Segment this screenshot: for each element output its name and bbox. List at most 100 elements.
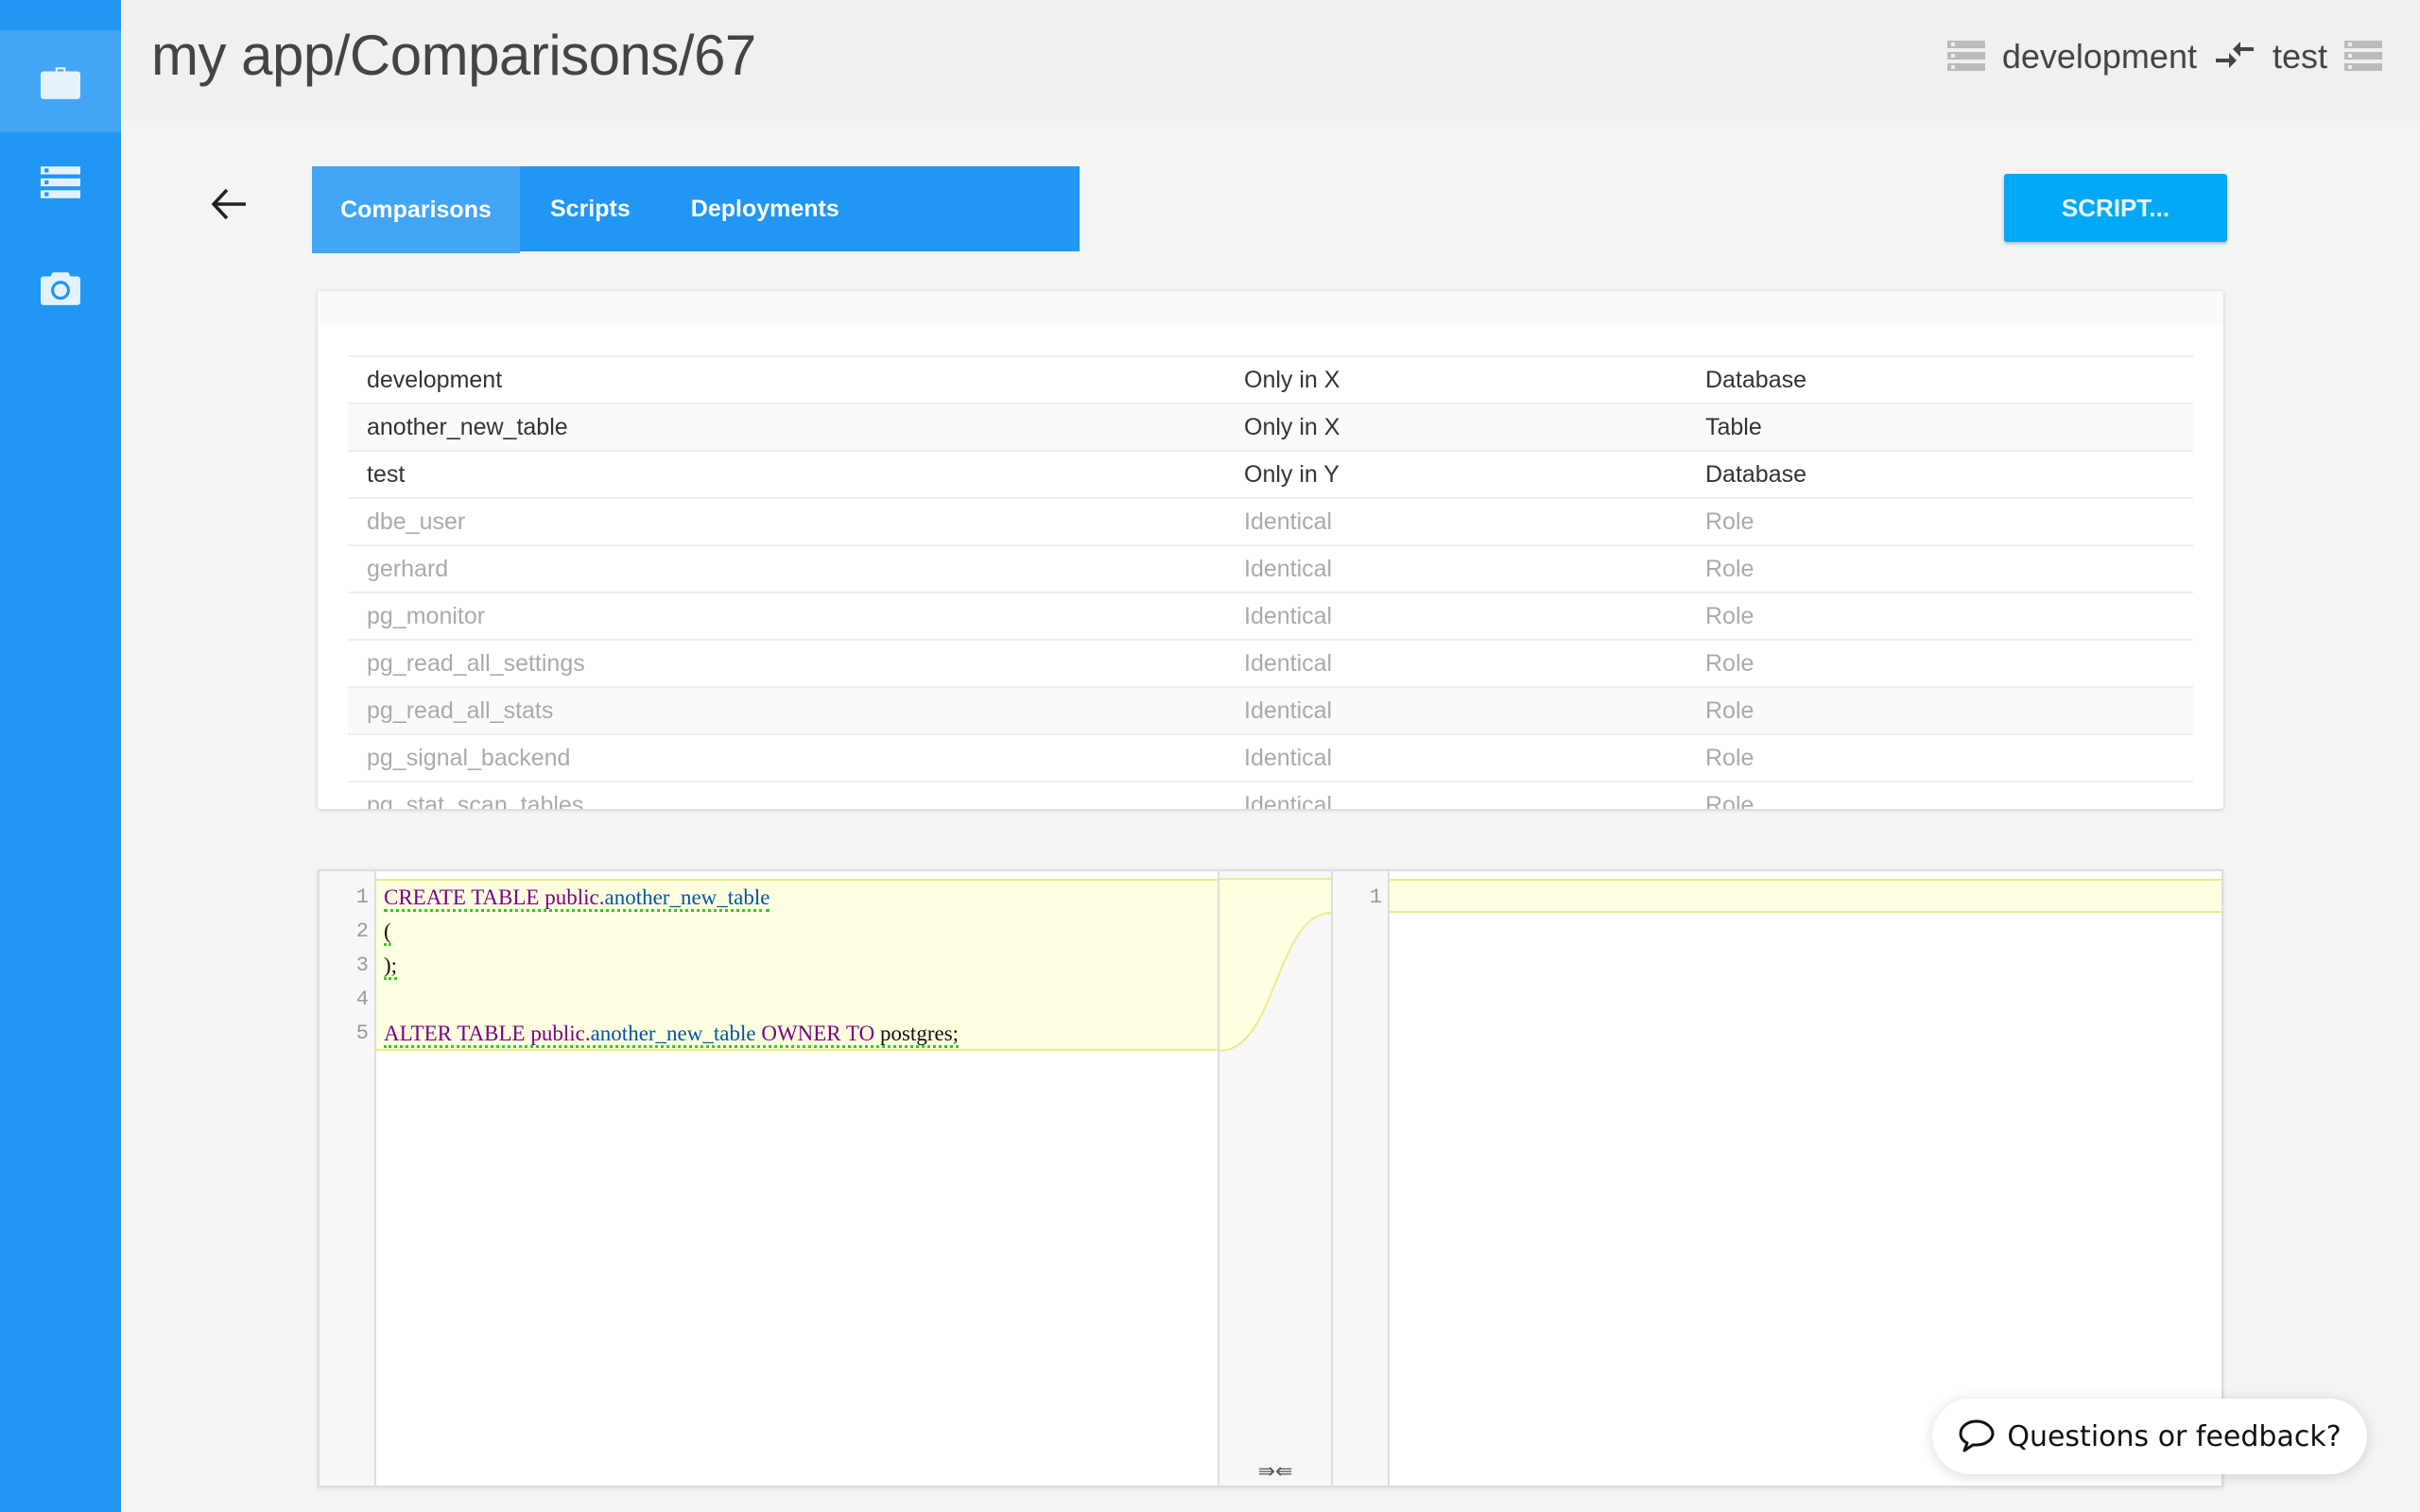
arrow-back-icon xyxy=(211,188,246,220)
code-area-right[interactable] xyxy=(1390,871,2221,1486)
table-row[interactable]: pg_monitor Identical Role xyxy=(348,593,2193,641)
code-line: ( xyxy=(384,915,959,949)
cell-status: Only in Y xyxy=(1244,460,1340,488)
table-row[interactable]: pg_read_all_stats Identical Role xyxy=(348,688,2193,735)
code-token: public. xyxy=(530,1022,591,1045)
table-row[interactable]: pg_read_all_settings Identical Role xyxy=(348,641,2193,688)
merge-arrows-icon[interactable]: ⇛⇚ xyxy=(1219,1459,1331,1484)
right-editor-pane[interactable]: 1 xyxy=(1331,871,2221,1486)
page-header: my app/Comparisons/67 development test xyxy=(121,0,2420,121)
diff-connector xyxy=(1219,878,1331,1052)
source-environment[interactable]: development xyxy=(2002,37,2197,77)
merge-gap: ⇛⇚ xyxy=(1218,871,1331,1486)
cell-status: Identical xyxy=(1244,507,1333,535)
cell-status: Identical xyxy=(1244,602,1333,629)
changed-block-highlight xyxy=(1390,879,2221,913)
database-icon xyxy=(2344,41,2382,73)
line-number: 4 xyxy=(355,988,369,1011)
table-row[interactable]: gerhard Identical Role xyxy=(348,546,2193,593)
cell-type: Table xyxy=(1705,413,1762,440)
line-gutter: 1 xyxy=(1331,871,1390,1486)
sidebar-item-snapshots[interactable] xyxy=(0,236,121,338)
chat-bubble-icon xyxy=(1959,1419,1995,1452)
camera-icon xyxy=(41,272,80,305)
table-row[interactable]: pg_signal_backend Identical Role xyxy=(348,735,2193,782)
tab-comparisons[interactable]: Comparisons xyxy=(312,166,520,253)
feedback-button[interactable]: Questions or feedback? xyxy=(1932,1399,2367,1474)
tab-scripts[interactable]: Scripts xyxy=(520,166,661,251)
cell-status: Identical xyxy=(1244,649,1333,677)
environment-comparison: development test xyxy=(1946,30,2382,83)
cell-type: Database xyxy=(1705,366,1807,393)
code-token: ALTER TABLE xyxy=(384,1022,531,1045)
cell-name: dbe_user xyxy=(367,507,466,535)
database-icon xyxy=(1946,41,1985,73)
cell-status: Identical xyxy=(1244,555,1333,582)
compare-arrows-icon xyxy=(2214,38,2256,76)
page-title: my app/Comparisons/67 xyxy=(151,24,756,87)
script-button[interactable]: SCRIPT... xyxy=(2004,174,2227,242)
cell-status: Only in X xyxy=(1244,413,1340,440)
line-gutter: 1 2 3 4 5 xyxy=(320,871,376,1486)
cell-type: Role xyxy=(1705,696,1754,724)
table-row[interactable]: pg_stat_scan_tables Identical Role xyxy=(348,782,2193,810)
card-header xyxy=(318,291,2223,325)
table-row[interactable]: another_new_table Only in X Table xyxy=(348,404,2193,452)
sidebar-item-projects[interactable] xyxy=(0,30,121,132)
comparison-table: development Only in X Database another_new_… xyxy=(348,355,2193,809)
code-token: ); xyxy=(384,954,398,977)
code-line: ALTER TABLE public.another_new_table OWN… xyxy=(384,1017,959,1051)
briefcase-icon xyxy=(41,67,80,99)
cell-status: Only in X xyxy=(1244,366,1340,393)
feedback-label: Questions or feedback? xyxy=(2007,1419,2342,1453)
table-row[interactable]: development Only in X Database xyxy=(348,357,2193,404)
cell-status: Identical xyxy=(1244,696,1333,724)
code-token: postgres; xyxy=(879,1022,959,1045)
line-number: 5 xyxy=(355,1022,369,1045)
code-token: OWNER TO xyxy=(755,1022,880,1045)
cell-type: Role xyxy=(1705,507,1754,535)
code-area-left[interactable]: CREATE TABLE public.another_new_table();… xyxy=(376,871,1218,1486)
cell-type: Role xyxy=(1705,649,1754,677)
cell-name: gerhard xyxy=(367,555,449,582)
cell-name: pg_monitor xyxy=(367,602,486,629)
database-list-icon xyxy=(41,166,80,198)
sidebar xyxy=(0,0,121,1512)
line-number: 3 xyxy=(355,954,369,977)
code-line: ); xyxy=(384,949,959,983)
cell-name: pg_read_all_stats xyxy=(367,696,554,724)
back-button[interactable] xyxy=(210,187,255,221)
target-environment[interactable]: test xyxy=(2273,37,2327,77)
table-row[interactable]: dbe_user Identical Role xyxy=(348,499,2193,546)
tab-bar: Comparisons Scripts Deployments xyxy=(312,166,1080,253)
line-number: 2 xyxy=(355,919,369,943)
code-token: CREATE TABLE xyxy=(384,885,545,909)
cell-type: Role xyxy=(1705,602,1754,629)
cell-type: Role xyxy=(1705,555,1754,582)
table-row[interactable]: test Only in Y Database xyxy=(348,452,2193,499)
tab-deployments[interactable]: Deployments xyxy=(661,166,870,251)
cell-name: test xyxy=(367,460,406,488)
cell-name: development xyxy=(367,366,503,393)
code-token: public. xyxy=(544,885,605,909)
line-number: 1 xyxy=(1369,885,1382,909)
cell-name: another_new_table xyxy=(367,413,568,440)
left-editor-pane[interactable]: 12345 CREATE TABLE public.another_new_ta… xyxy=(320,871,1218,1486)
code-token: another_new_table xyxy=(604,885,770,909)
cell-name: pg_signal_backend xyxy=(367,744,571,771)
cell-type: Role xyxy=(1705,791,1754,810)
line-number: 1 xyxy=(355,885,369,909)
code-token: another_new_table xyxy=(590,1022,756,1045)
comparison-table-card: development Only in X Database another_new_… xyxy=(318,291,2223,809)
diff-editor: 12345 CREATE TABLE public.another_new_ta… xyxy=(318,869,2223,1487)
cell-status: Identical xyxy=(1244,744,1333,771)
cell-name: pg_stat_scan_tables xyxy=(367,791,584,810)
code-line: CREATE TABLE public.another_new_table xyxy=(384,881,959,915)
sidebar-item-databases[interactable] xyxy=(0,132,121,234)
cell-name: pg_read_all_settings xyxy=(367,649,585,677)
cell-type: Database xyxy=(1705,460,1807,488)
cell-status: Identical xyxy=(1244,791,1333,810)
code-token: ( xyxy=(384,919,391,943)
cell-type: Role xyxy=(1705,744,1754,771)
